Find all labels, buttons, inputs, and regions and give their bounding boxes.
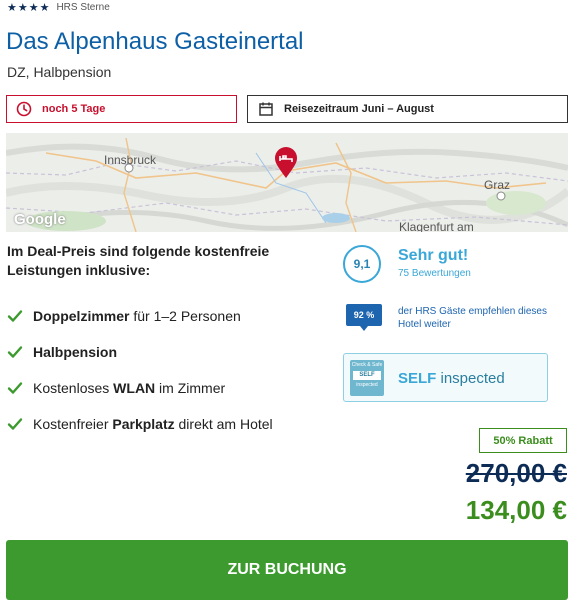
checkmark-icon [7,417,23,431]
feature-text: Doppelzimmer für 1–2 Personen [33,308,241,324]
feature-text: Kostenloses WLAN im Zimmer [33,380,226,396]
discount-badge: 50% Rabatt [479,428,567,453]
map-label-innsbruck: Innsbruck [104,153,157,167]
travel-period-chip: Reisezeitraum Juni – August [247,95,568,123]
booking-button[interactable]: ZUR BUCHUNG [6,540,568,600]
original-price: 270,00 € [465,458,567,488]
list-item: Kostenloses WLAN im Zimmer [7,370,273,406]
deal-timer-chip: noch 5 Tage [6,95,237,123]
stars-label: HRS Sterne [56,2,110,13]
travel-period-label: Reisezeitraum Juni – August [284,103,434,115]
google-logo: Google [14,211,66,228]
checkmark-icon [7,381,23,395]
recommend-text: der HRS Gäste empfehlen dieses Hotel wei… [398,306,547,330]
clock-icon [16,101,32,117]
deal-heading: Im Deal-Preis sind folgende kostenfreie … [7,243,270,278]
rating-score-badge[interactable]: 9,1 [343,245,381,283]
self-inspected-logo: Check & Safe SELF inspected [350,360,384,396]
feature-text: Halbpension [33,344,118,360]
feature-text: Kostenfreier Parkplatz direkt am Hotel [33,416,273,432]
map-label-graz: Graz [484,178,511,192]
list-item: Halbpension [7,334,273,370]
hotel-bed-pin-icon[interactable] [274,147,298,179]
deal-timer-label: noch 5 Tage [42,103,106,115]
recommend-percent-badge: 92 % [346,304,382,331]
self-inspected-label: SELF inspected [398,370,505,387]
deal-price: 134,00 € [465,495,567,525]
feature-list: Doppelzimmer für 1–2 Personen Halbpensio… [7,298,273,442]
list-item: Doppelzimmer für 1–2 Personen [7,298,273,334]
hotel-stars: ★★★★ HRS Sterne [7,1,110,15]
star-rating-icons: ★★★★ [7,2,51,14]
checkmark-icon [7,345,23,359]
review-count-link[interactable]: 75 Bewertungen [398,268,471,279]
map-label-klagenfurt: Klagenfurt am [399,220,474,232]
self-inspected-badge[interactable]: Check & Safe SELF inspected SELF inspect… [343,353,548,402]
rating-word[interactable]: Sehr gut! [398,247,468,265]
calendar-icon [258,101,274,117]
hotel-title[interactable]: Das Alpenhaus Gasteinertal [6,28,304,56]
location-map[interactable]: Innsbruck Graz Klagenfurt am Google [6,133,568,232]
checkmark-icon [7,309,23,323]
list-item: Kostenfreier Parkplatz direkt am Hotel [7,406,273,442]
room-info: DZ, Halbpension [7,64,112,80]
